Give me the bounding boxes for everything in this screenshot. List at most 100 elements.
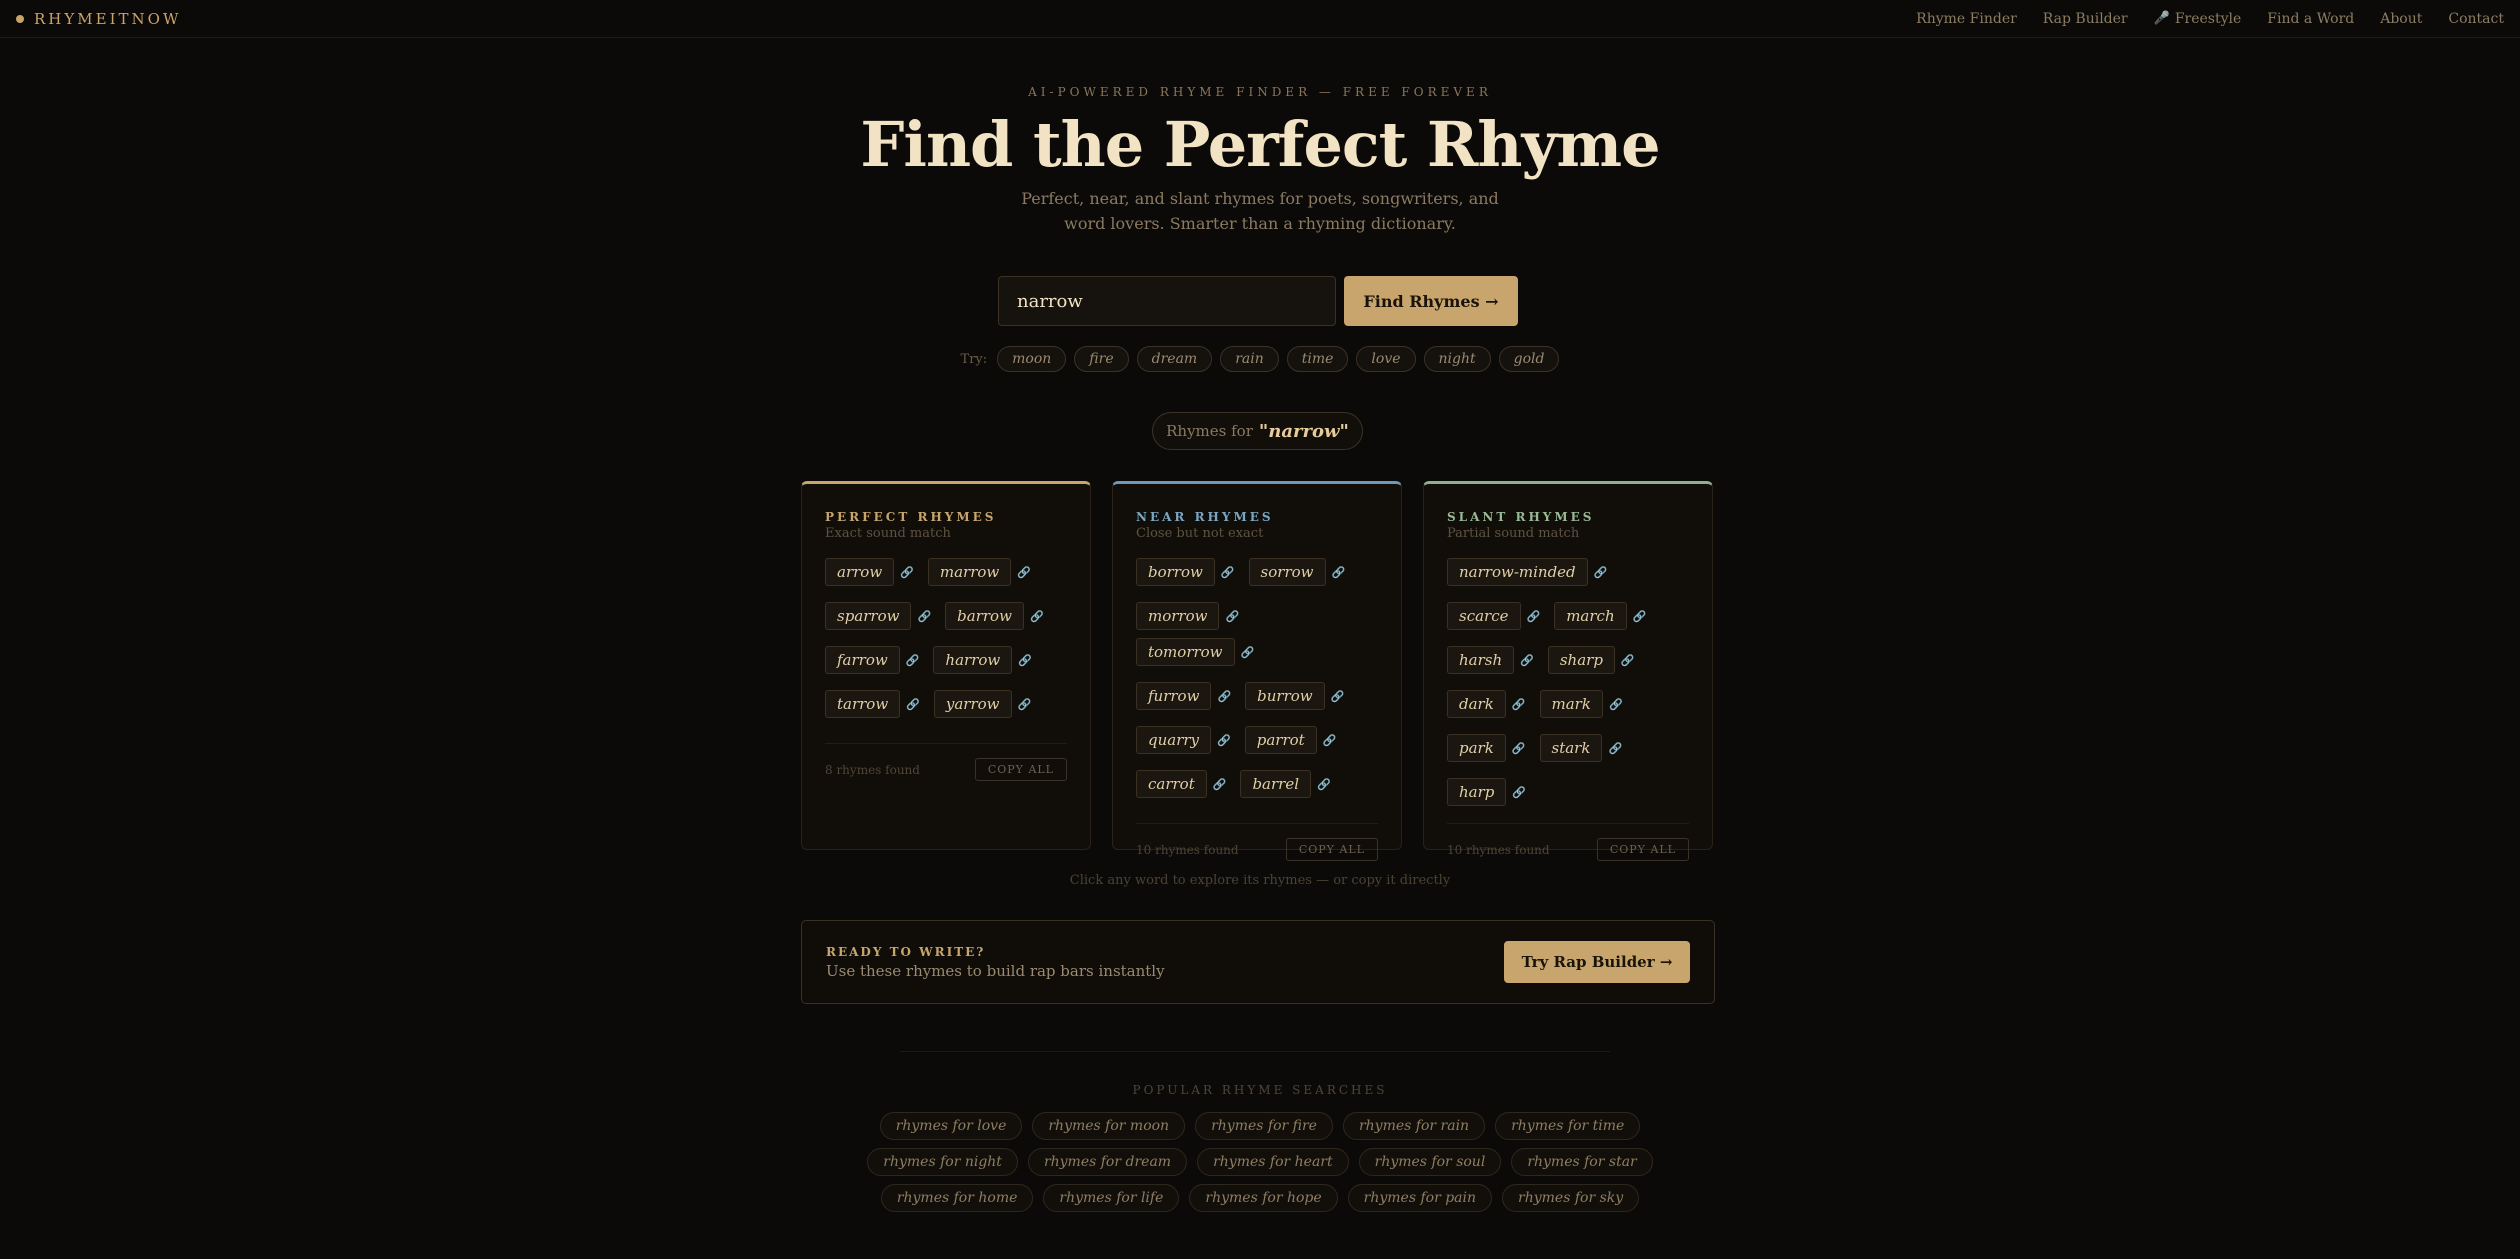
link-icon[interactable]: 🔗 — [1017, 566, 1031, 579]
link-icon[interactable]: 🔗 — [906, 654, 920, 667]
popular-search-chip[interactable]: rhymes for time — [1495, 1112, 1641, 1140]
suggestion-chip[interactable]: love — [1356, 346, 1416, 372]
find-rhymes-button[interactable]: Find Rhymes → — [1344, 276, 1518, 326]
rhyme-word[interactable]: harrow — [933, 646, 1013, 674]
suggestion-chip[interactable]: gold — [1498, 346, 1560, 372]
link-icon[interactable]: 🔗 — [1225, 610, 1239, 623]
link-icon[interactable]: 🔗 — [1221, 566, 1235, 579]
rhyme-word[interactable]: quarry — [1136, 726, 1212, 754]
link-icon[interactable]: 🔗 — [1241, 646, 1255, 659]
word-list: narrow-minded 🔗 scarce 🔗 march 🔗 harsh 🔗 sharp 🔗 d… — [1447, 558, 1689, 806]
link-icon[interactable]: 🔗 — [1512, 786, 1526, 799]
rhyme-word[interactable]: sparrow — [825, 602, 912, 630]
suggestion-chip[interactable]: night — [1423, 346, 1491, 372]
search-input[interactable] — [998, 276, 1336, 326]
rhyme-word[interactable]: mark — [1539, 690, 1603, 718]
rhyme-word[interactable]: sorrow — [1248, 558, 1326, 586]
rhyme-word[interactable]: harp — [1447, 778, 1507, 806]
rhyme-word[interactable]: tarrow — [825, 690, 901, 718]
link-icon[interactable]: 🔗 — [1512, 698, 1526, 711]
popular-search-chip[interactable]: rhymes for pain — [1347, 1184, 1493, 1212]
rhyme-word[interactable]: scarce — [1447, 602, 1521, 630]
nav-link-contact[interactable]: Contact — [2448, 11, 2504, 27]
copy-all-button[interactable]: COPY ALL — [974, 758, 1067, 781]
link-icon[interactable]: 🔗 — [1018, 654, 1032, 667]
rhyme-word[interactable]: park — [1447, 734, 1506, 762]
popular-search-chip[interactable]: rhymes for sky — [1502, 1184, 1640, 1212]
copy-all-button[interactable]: COPY ALL — [1596, 838, 1689, 861]
rhyme-word[interactable]: dark — [1447, 690, 1506, 718]
rhyme-word[interactable]: furrow — [1136, 682, 1212, 710]
link-icon[interactable]: 🔗 — [1213, 778, 1227, 791]
link-icon[interactable]: 🔗 — [900, 566, 914, 579]
rhyme-word[interactable]: barrel — [1240, 770, 1312, 798]
link-icon[interactable]: 🔗 — [906, 698, 920, 711]
popular-search-chip[interactable]: rhymes for love — [879, 1112, 1023, 1140]
link-icon[interactable]: 🔗 — [1332, 566, 1346, 579]
nav-link-rap-builder[interactable]: Rap Builder — [2043, 11, 2128, 27]
rhyme-word[interactable]: yarrow — [933, 690, 1012, 718]
link-icon[interactable]: 🔗 — [1609, 698, 1623, 711]
nav-link-freestyle[interactable]: 🎤 Freestyle — [2154, 11, 2242, 27]
rhyme-word[interactable]: borrow — [1136, 558, 1215, 586]
link-icon[interactable]: 🔗 — [1633, 610, 1647, 623]
copy-all-button[interactable]: COPY ALL — [1285, 838, 1378, 861]
rhyme-word[interactable]: morrow — [1136, 602, 1220, 630]
link-icon[interactable]: 🔗 — [917, 610, 931, 623]
rhyme-word[interactable]: farrow — [825, 646, 900, 674]
rhyme-word[interactable]: burrow — [1245, 682, 1325, 710]
link-icon[interactable]: 🔗 — [1520, 654, 1534, 667]
rhyme-word[interactable]: tomorrow — [1136, 638, 1235, 666]
popular-search-chip[interactable]: rhymes for fire — [1195, 1112, 1333, 1140]
try-rap-builder-button[interactable]: Try Rap Builder → — [1504, 941, 1690, 983]
link-icon[interactable]: 🔗 — [1331, 690, 1345, 703]
link-icon[interactable]: 🔗 — [1512, 742, 1526, 755]
rhyme-word-item: harp 🔗 — [1447, 778, 1526, 806]
nav-link-find-a-word[interactable]: Find a Word — [2267, 11, 2354, 27]
rhyme-word[interactable]: harsh — [1447, 646, 1515, 674]
popular-row: rhymes for home rhymes for life rhymes f… — [0, 1184, 2520, 1212]
nav-link-label: About — [2380, 10, 2423, 27]
rhyme-word[interactable]: stark — [1539, 734, 1603, 762]
link-icon[interactable]: 🔗 — [1030, 610, 1044, 623]
popular-search-chip[interactable]: rhymes for night — [867, 1148, 1018, 1176]
popular-search-chip[interactable]: rhymes for rain — [1342, 1112, 1486, 1140]
popular-search-chip[interactable]: rhymes for soul — [1358, 1148, 1502, 1176]
rhyme-word[interactable]: narrow-minded — [1447, 558, 1588, 586]
link-icon[interactable]: 🔗 — [1621, 654, 1635, 667]
cta-subtitle: Use these rhymes to build rap bars insta… — [826, 961, 1165, 980]
link-icon[interactable]: 🔗 — [1018, 698, 1032, 711]
rhyme-word-item: quarry 🔗 — [1136, 726, 1231, 754]
rhyme-word[interactable]: march — [1554, 602, 1627, 630]
link-icon[interactable]: 🔗 — [1527, 610, 1541, 623]
popular-search-chip[interactable]: rhymes for home — [880, 1184, 1034, 1212]
rhyme-word-item: arrow 🔗 — [825, 558, 914, 586]
nav-link-about[interactable]: About — [2380, 11, 2422, 27]
link-icon[interactable]: 🔗 — [1317, 778, 1331, 791]
rhyme-word[interactable]: arrow — [825, 558, 895, 586]
suggestion-chip[interactable]: dream — [1136, 346, 1213, 372]
rhyme-word[interactable]: barrow — [945, 602, 1024, 630]
popular-search-chip[interactable]: rhymes for life — [1043, 1184, 1180, 1212]
link-icon[interactable]: 🔗 — [1217, 690, 1231, 703]
link-icon[interactable]: 🔗 — [1217, 734, 1231, 747]
link-icon[interactable]: 🔗 — [1323, 734, 1337, 747]
suggestion-chip[interactable]: moon — [997, 346, 1067, 372]
suggestion-chip[interactable]: fire — [1074, 346, 1129, 372]
popular-search-chip[interactable]: rhymes for star — [1511, 1148, 1653, 1176]
popular-search-chip[interactable]: rhymes for dream — [1027, 1148, 1188, 1176]
popular-search-chip[interactable]: rhymes for heart — [1197, 1148, 1349, 1176]
link-icon[interactable]: 🔗 — [1594, 566, 1608, 579]
rhyme-word[interactable]: parrot — [1244, 726, 1317, 754]
nav-link-rhyme-finder[interactable]: Rhyme Finder — [1916, 11, 2017, 27]
brand-logo[interactable]: RHYMEITNOW — [16, 10, 181, 28]
popular-search-chip[interactable]: rhymes for hope — [1189, 1184, 1338, 1212]
link-icon[interactable]: 🔗 — [1608, 742, 1622, 755]
rhyme-word[interactable]: carrot — [1136, 770, 1207, 798]
suggestion-chip[interactable]: rain — [1220, 346, 1279, 372]
popular-search-chip[interactable]: rhymes for moon — [1032, 1112, 1186, 1140]
rhyme-word[interactable]: sharp — [1547, 646, 1615, 674]
suggestion-chip[interactable]: time — [1286, 346, 1349, 372]
rhyme-word[interactable]: marrow — [927, 558, 1012, 586]
word-list: borrow 🔗 sorrow 🔗 morrow 🔗 tomorrow 🔗 furrow 🔗 bur… — [1136, 558, 1378, 806]
